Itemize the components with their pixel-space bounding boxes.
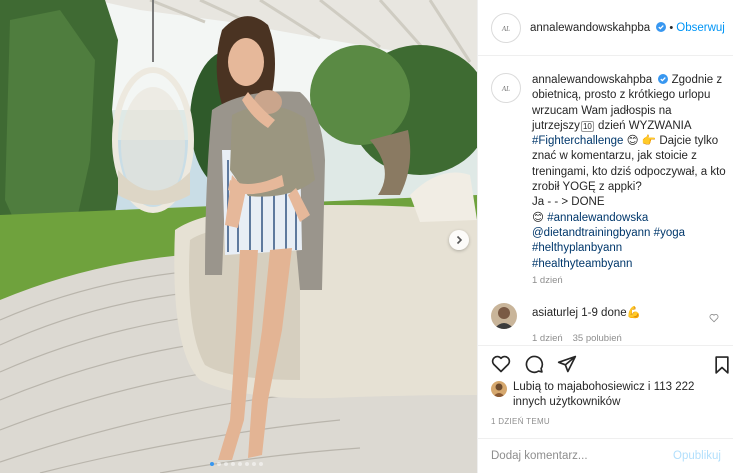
- header-separator: •: [669, 21, 674, 34]
- verified-badge-icon: [658, 74, 669, 84]
- share-icon: [557, 355, 577, 372]
- comments-list[interactable]: AL annalewandowskahpba Zgodnie z obietni…: [478, 57, 733, 344]
- comment-text: 1-9 done: [581, 307, 627, 319]
- carousel-dot: [210, 462, 214, 466]
- smiley-emoji-icon: 😊: [626, 135, 639, 148]
- publish-comment-button[interactable]: Opublikuj: [673, 450, 721, 462]
- carousel-dots: [210, 462, 263, 466]
- author-avatar-logo: AL: [501, 25, 510, 33]
- liker-avatar[interactable]: [491, 381, 507, 397]
- caption-line-2: dzień WYZWANIA: [598, 119, 691, 132]
- share-button[interactable]: [557, 354, 577, 374]
- liker-avatar-image: [491, 381, 507, 397]
- mention-dietandtrainingbyann[interactable]: @dietandtrainingbyann: [532, 227, 650, 239]
- hashtag-healthyteambyann[interactable]: #healthyteambyann: [532, 258, 632, 270]
- heart-icon: [491, 355, 511, 372]
- comment-age[interactable]: 1 dzień: [532, 333, 563, 344]
- hashtag-helthyplanbyann[interactable]: #helthyplanbyann: [532, 242, 622, 254]
- liker-username[interactable]: majabohosiewicz: [557, 381, 645, 393]
- commenter-avatar-image: [491, 303, 517, 329]
- carousel-next-button[interactable]: [449, 230, 469, 250]
- likes-text: Lubią to majabohosiewicz i 113 222 innyc…: [513, 380, 713, 410]
- caption-username[interactable]: annalewandowskahpba: [532, 74, 652, 86]
- likes-prefix: Lubią to: [513, 381, 554, 393]
- post-photo[interactable]: [0, 0, 477, 473]
- caption-author-avatar-logo: AL: [501, 85, 510, 93]
- comment-item: asiaturlej 1-9 done💪: [491, 303, 723, 329]
- carousel-dot: [252, 462, 256, 466]
- save-button[interactable]: [712, 355, 732, 380]
- comment-body: asiaturlej 1-9 done💪: [532, 306, 641, 329]
- action-bar: [478, 345, 733, 381]
- bookmark-icon: [715, 356, 729, 374]
- author-username[interactable]: annalewandowskahpba: [530, 21, 667, 34]
- hashtag-fighterchallenge[interactable]: #Fighterchallenge: [532, 135, 623, 147]
- carousel-dot: [245, 462, 249, 466]
- thumbs-up-emoji-icon: 👉: [641, 135, 657, 148]
- like-button[interactable]: [491, 354, 511, 374]
- comment-likes-count[interactable]: 35 polubień: [573, 333, 622, 344]
- carousel-dot: [217, 462, 221, 466]
- post-photo-image: [0, 0, 477, 473]
- commenter-avatar[interactable]: [491, 303, 517, 329]
- author-username-text[interactable]: annalewandowskahpba: [530, 22, 650, 34]
- chevron-right-icon: [456, 235, 463, 245]
- likes-summary: Lubią to majabohosiewicz i 113 222 innyc…: [491, 380, 713, 410]
- carousel-dot: [224, 462, 228, 466]
- svg-text:AL: AL: [501, 25, 510, 33]
- post-header: AL annalewandowskahpba • Obserwuj: [478, 0, 733, 56]
- likes-conjunction: i: [647, 381, 651, 393]
- carousel-dot: [259, 462, 263, 466]
- commenter-username[interactable]: asiaturlej: [532, 307, 578, 319]
- add-comment-input[interactable]: [491, 450, 674, 462]
- comment-button[interactable]: [524, 354, 544, 374]
- caption-line-4: Ja - - > DONE: [532, 196, 605, 209]
- verified-badge-icon: [656, 21, 667, 32]
- caption-author-avatar[interactable]: AL: [491, 73, 521, 103]
- follow-button[interactable]: Obserwuj: [676, 22, 725, 34]
- svg-text:AL: AL: [501, 85, 510, 93]
- post-timestamp[interactable]: 1 DZIEŃ TEMU: [491, 417, 550, 426]
- flexed-biceps-emoji-icon: 💪: [626, 307, 641, 319]
- author-avatar[interactable]: AL: [491, 12, 521, 43]
- hashtag-yoga[interactable]: #yoga: [654, 227, 685, 239]
- caption: AL annalewandowskahpba Zgodnie z obietni…: [491, 73, 732, 272]
- comment-meta: 1 dzień 35 polubień: [532, 333, 622, 344]
- caption-text: annalewandowskahpba Zgodnie z obietnicą,…: [532, 73, 732, 272]
- carousel-dot: [238, 462, 242, 466]
- post-side-panel: AL annalewandowskahpba • Obserwuj AL ann…: [477, 0, 733, 473]
- caption-age[interactable]: 1 dzień: [532, 275, 563, 286]
- add-comment-bar: Opublikuj: [478, 438, 733, 473]
- carousel-dot: [231, 462, 235, 466]
- smiley-emoji-icon: 😊: [532, 211, 544, 224]
- comment-like-heart-icon[interactable]: [709, 313, 719, 323]
- keycap-10-emoji: 10: [580, 120, 594, 132]
- comment-icon: [525, 355, 544, 373]
- hashtag-annalewandowska[interactable]: #annalewandowska: [547, 212, 648, 224]
